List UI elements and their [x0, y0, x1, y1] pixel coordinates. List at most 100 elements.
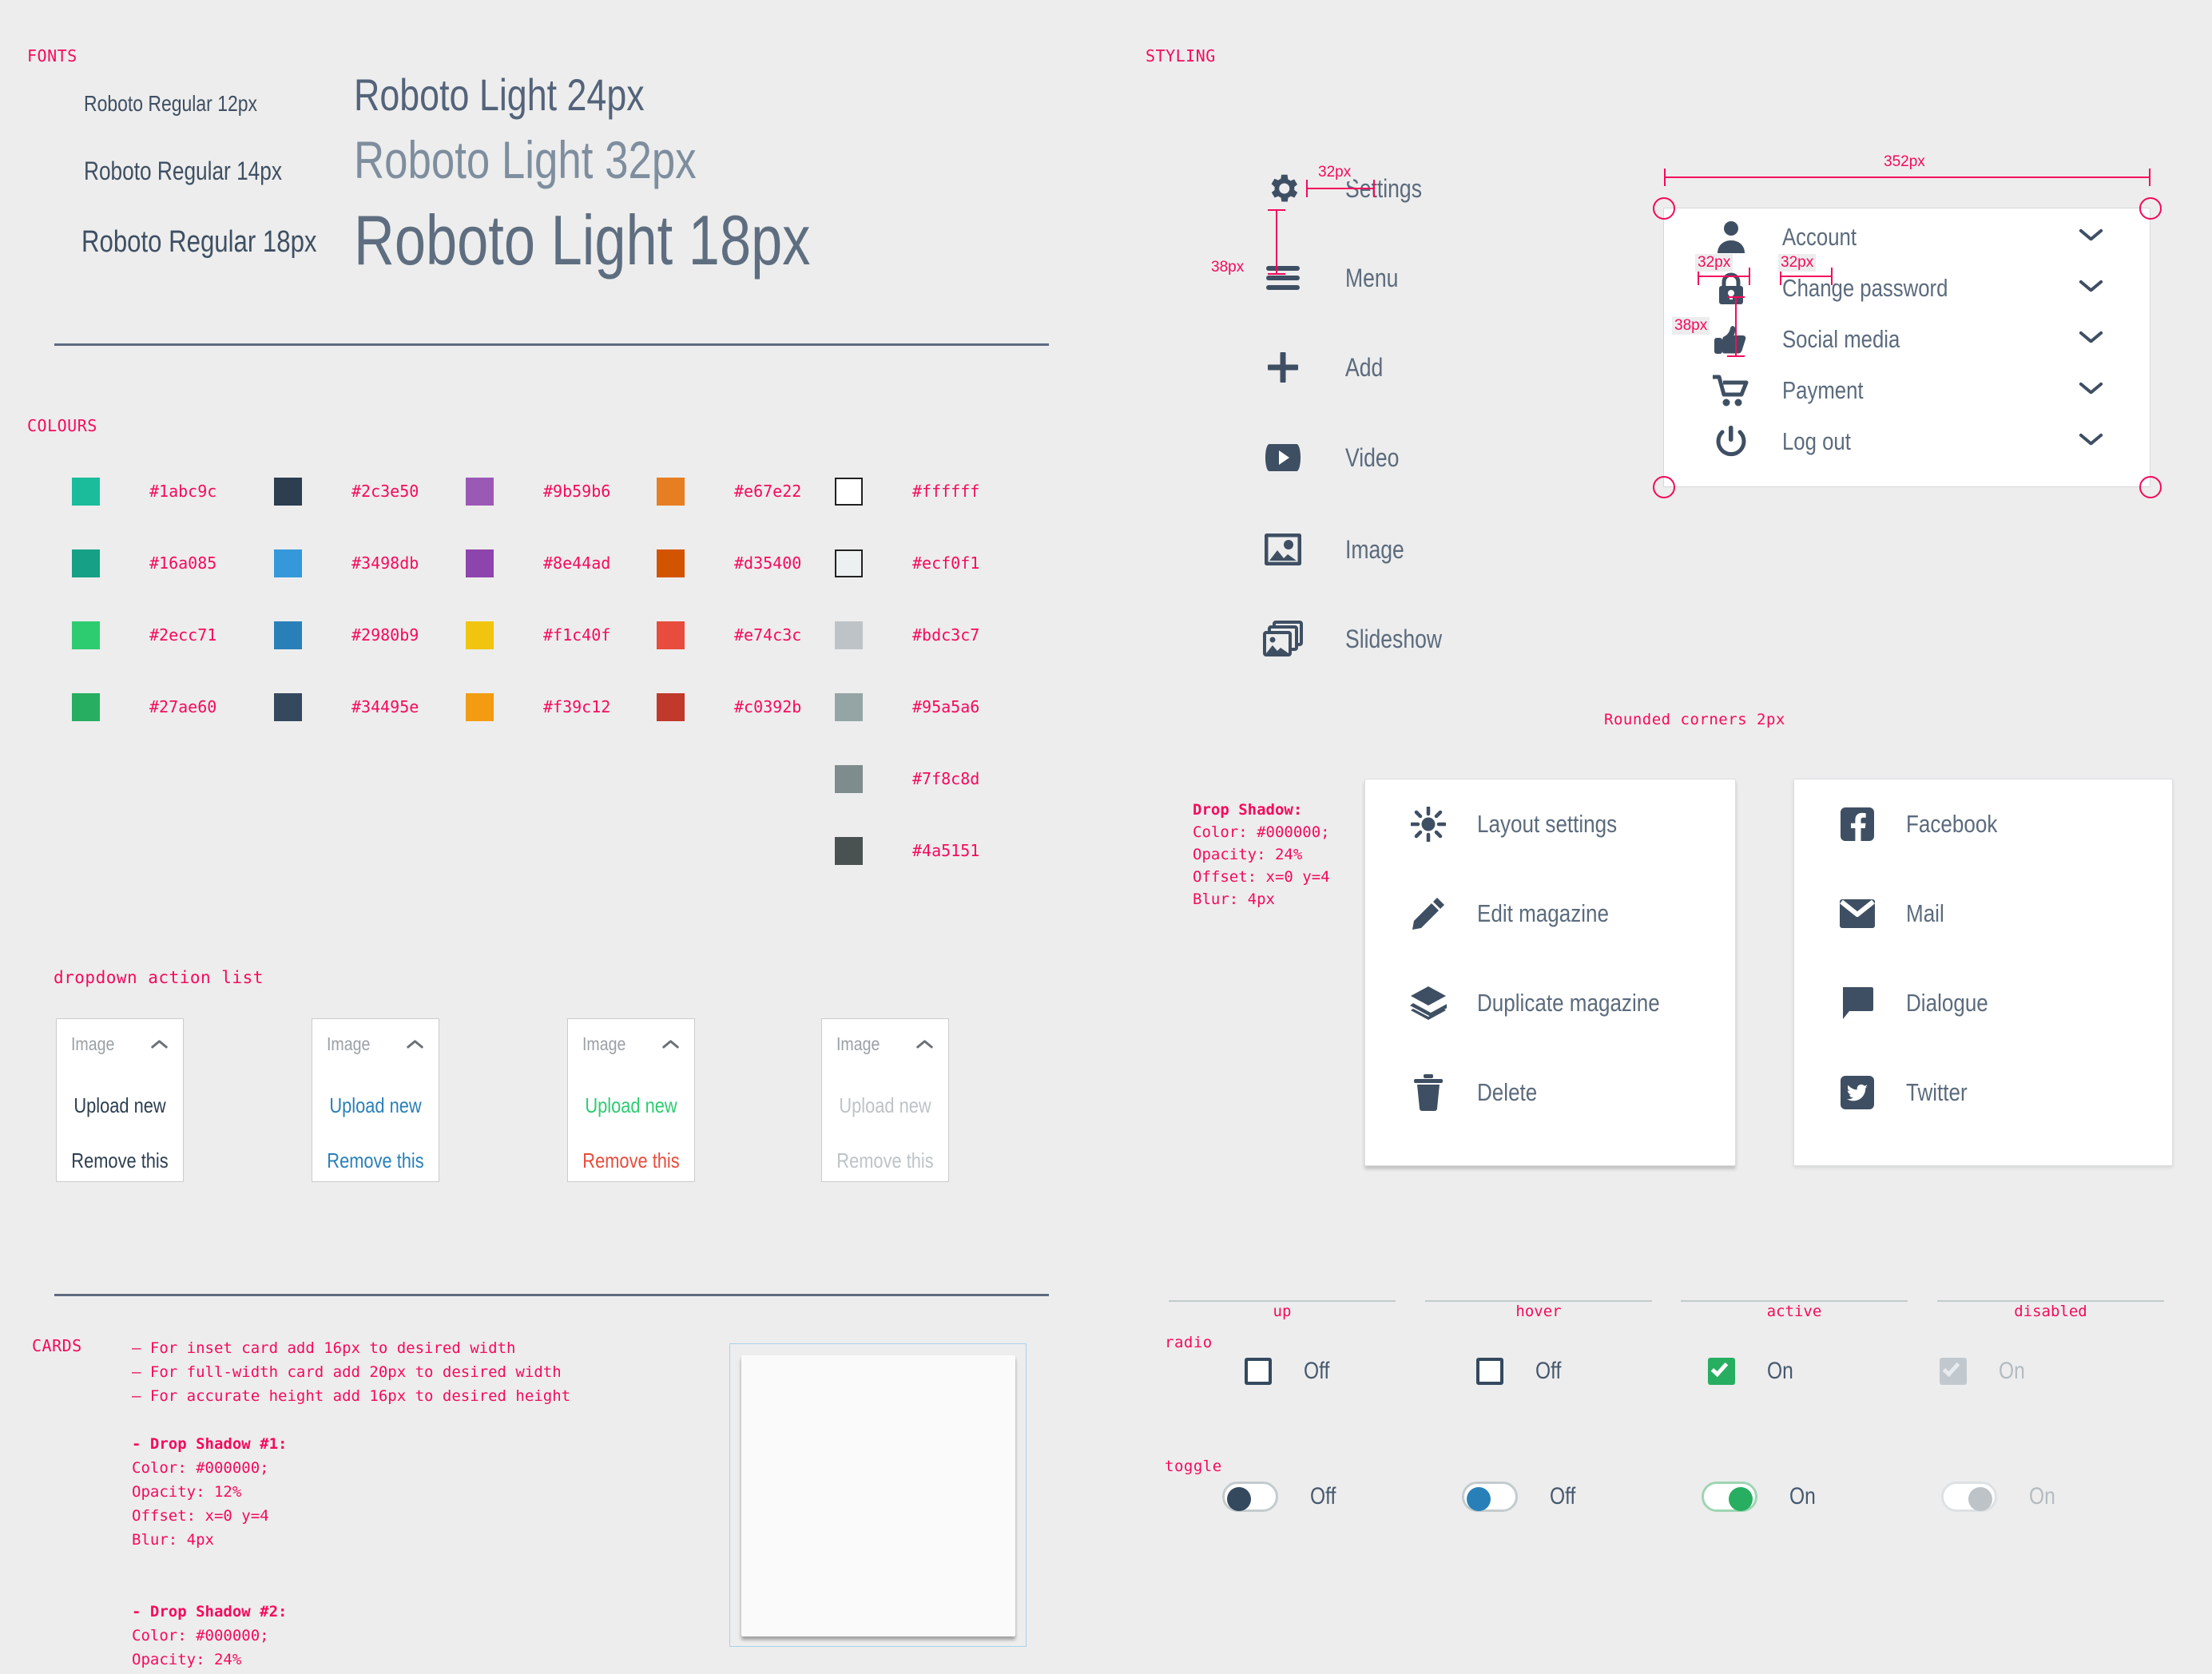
colour-swatch-row: #e67e22: [657, 477, 801, 506]
chevron-down-icon[interactable]: [2078, 281, 2105, 296]
remove-this-action[interactable]: Remove this: [323, 1148, 429, 1173]
social-item-twitter[interactable]: Twitter: [1794, 1048, 2172, 1137]
checkbox-up[interactable]: [1245, 1358, 1272, 1385]
account-row-account[interactable]: Account: [1664, 215, 2150, 260]
toggle-active[interactable]: [1702, 1482, 1757, 1512]
chevron-up-icon[interactable]: [151, 1040, 169, 1049]
dropdown-card-hover[interactable]: Image Upload new Remove this: [312, 1018, 439, 1182]
toggle-row-label: toggle: [1165, 1458, 1222, 1475]
colour-swatch-row: #f1c40f: [466, 621, 610, 649]
measure-32px-nav: 32px: [1316, 164, 1354, 181]
font-specimen-light-32: Roboto Light 32px: [354, 130, 697, 189]
dropdown-header[interactable]: Image: [312, 1019, 439, 1055]
cart-icon: [1709, 374, 1753, 407]
colour-chip: [72, 692, 100, 721]
thumbs-up-icon: [1709, 323, 1753, 356]
checkbox-disabled: [1940, 1358, 1967, 1385]
colour-hex-label: #ffffff: [912, 482, 980, 501]
toggle-knob: [1968, 1487, 1992, 1511]
radio-value-up: Off: [1304, 1358, 1330, 1384]
drop-shadow-1-body: Color: #000000; Opacity: 12% Offset: x=0…: [132, 1459, 269, 1549]
nav-item-video[interactable]: Video: [1261, 435, 1410, 480]
account-label: Payment: [1782, 376, 1864, 404]
colour-chip: [72, 477, 100, 506]
measure-352px: 352px: [1881, 153, 1928, 171]
menu-item-delete[interactable]: Delete: [1365, 1048, 1735, 1137]
account-row-change-password[interactable]: Change password: [1664, 266, 2150, 311]
chevron-down-icon[interactable]: [2078, 434, 2105, 449]
state-rule: [1425, 1300, 1652, 1302]
colour-hex-label: #8e44ad: [543, 553, 611, 573]
upload-new-action[interactable]: Upload new: [323, 1093, 429, 1118]
dropdown-card-active[interactable]: Image Upload new Remove this: [567, 1018, 695, 1182]
dropdown-card-up[interactable]: Image Upload new Remove this: [56, 1018, 184, 1182]
dropdown-header[interactable]: Image: [568, 1019, 694, 1055]
section-divider-fonts: [54, 343, 1049, 346]
state-header-active: active: [1766, 1303, 1822, 1320]
toggle-hover[interactable]: [1462, 1482, 1518, 1512]
toggle-knob: [1729, 1487, 1753, 1511]
chevron-up-icon[interactable]: [407, 1040, 424, 1049]
plus-icon: [1261, 345, 1305, 390]
account-row-payment[interactable]: Payment: [1664, 368, 2150, 413]
nav-label: Add: [1345, 352, 1384, 382]
remove-this-action[interactable]: Remove this: [578, 1148, 685, 1173]
menu-item-layout-settings[interactable]: Layout settings: [1365, 779, 1735, 869]
social-item-label: Mail: [1906, 899, 1944, 927]
chevron-down-icon[interactable]: [2078, 332, 2105, 347]
measure-cap: [1727, 355, 1745, 357]
checkbox-active[interactable]: [1708, 1358, 1735, 1385]
dropdown-header[interactable]: Image: [57, 1019, 183, 1055]
card-demo-bounds: [729, 1343, 1027, 1647]
colour-hex-label: #2ecc71: [149, 625, 217, 645]
colour-column-green: #1abc9c #16a085 #2ecc71 #27ae60: [72, 477, 216, 764]
menu-item-label: Edit magazine: [1477, 899, 1610, 927]
nav-item-add[interactable]: Add: [1261, 345, 1391, 390]
upload-new-action[interactable]: Upload new: [67, 1093, 173, 1118]
chevron-up-icon[interactable]: [662, 1040, 680, 1049]
toggle-cell-active: On: [1702, 1482, 1941, 1512]
menu-item-edit-magazine[interactable]: Edit magazine: [1365, 869, 1735, 958]
colour-chip: [835, 549, 863, 577]
toggle-knob: [1467, 1487, 1491, 1511]
font-specimen-regular-14: Roboto Regular 14px: [84, 157, 282, 185]
chevron-down-icon[interactable]: [2078, 383, 2105, 398]
menu-item-duplicate-magazine[interactable]: Duplicate magazine: [1365, 958, 1735, 1048]
toggle-up[interactable]: [1222, 1482, 1278, 1512]
account-label: Log out: [1782, 427, 1851, 455]
toggle-value-up: Off: [1310, 1483, 1336, 1509]
social-item-mail[interactable]: Mail: [1794, 869, 2172, 958]
toggle-value-hover: Off: [1550, 1483, 1576, 1509]
upload-new-action: Upload new: [839, 1093, 931, 1117]
nav-item-slideshow[interactable]: Slideshow: [1261, 617, 1462, 661]
colour-chip: [835, 477, 863, 506]
social-item-dialogue[interactable]: Dialogue: [1794, 958, 2172, 1048]
menu-item-label: Layout settings: [1477, 810, 1618, 838]
chevron-down-icon[interactable]: [2078, 230, 2105, 244]
social-item-facebook[interactable]: Facebook: [1794, 779, 2172, 869]
pencil-icon: [1407, 896, 1450, 931]
colour-hex-label: #f1c40f: [543, 625, 611, 645]
dropdown-card-disabled: Image Upload new Remove this: [821, 1018, 949, 1182]
colour-hex-label: #3498db: [351, 553, 419, 573]
colour-chip: [274, 549, 302, 577]
colour-hex-label: #ecf0f1: [912, 553, 980, 573]
cards-rules: – For inset card add 16px to desired wid…: [132, 1339, 571, 1405]
nav-item-image[interactable]: Image: [1261, 527, 1416, 572]
trash-icon: [1407, 1074, 1450, 1111]
social-share-card: Facebook Mail Dialogue Twitter: [1793, 779, 2173, 1166]
upload-new-action[interactable]: Upload new: [578, 1093, 685, 1118]
dropdown-title: Image: [327, 1033, 371, 1054]
check-icon: [1942, 1359, 1960, 1378]
image-icon: [1261, 527, 1305, 572]
nav-item-menu[interactable]: Menu: [1261, 256, 1409, 300]
colour-hex-label: #16a085: [149, 553, 217, 573]
measure-line-v: [1276, 209, 1277, 275]
colour-swatch-row: #2ecc71: [72, 621, 216, 649]
colour-hex-label: #9b59b6: [543, 482, 611, 501]
checkbox-hover[interactable]: [1476, 1358, 1503, 1385]
colour-column-purple: #9b59b6 #8e44ad #f1c40f #f39c12: [466, 477, 610, 764]
remove-this-action[interactable]: Remove this: [67, 1148, 173, 1173]
font-specimen-regular-12: Roboto Regular 12px: [84, 91, 257, 116]
account-row-log-out[interactable]: Log out: [1664, 419, 2150, 464]
